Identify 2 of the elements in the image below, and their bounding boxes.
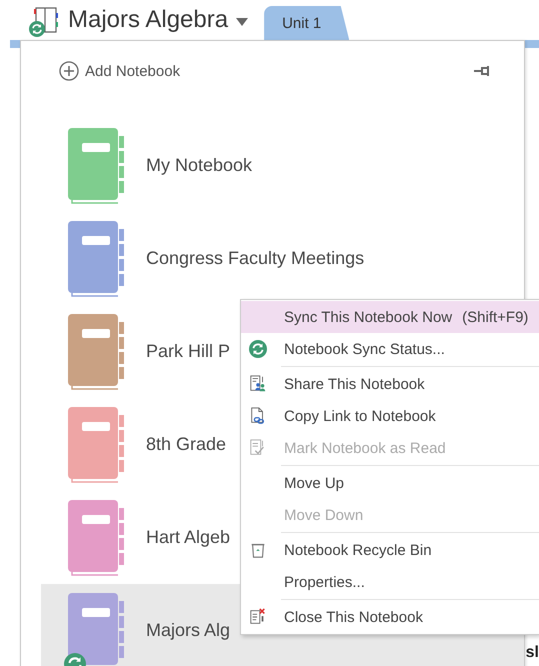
shortcut-text: (Shift+F9) <box>462 308 528 326</box>
page-text: sl <box>526 644 539 662</box>
